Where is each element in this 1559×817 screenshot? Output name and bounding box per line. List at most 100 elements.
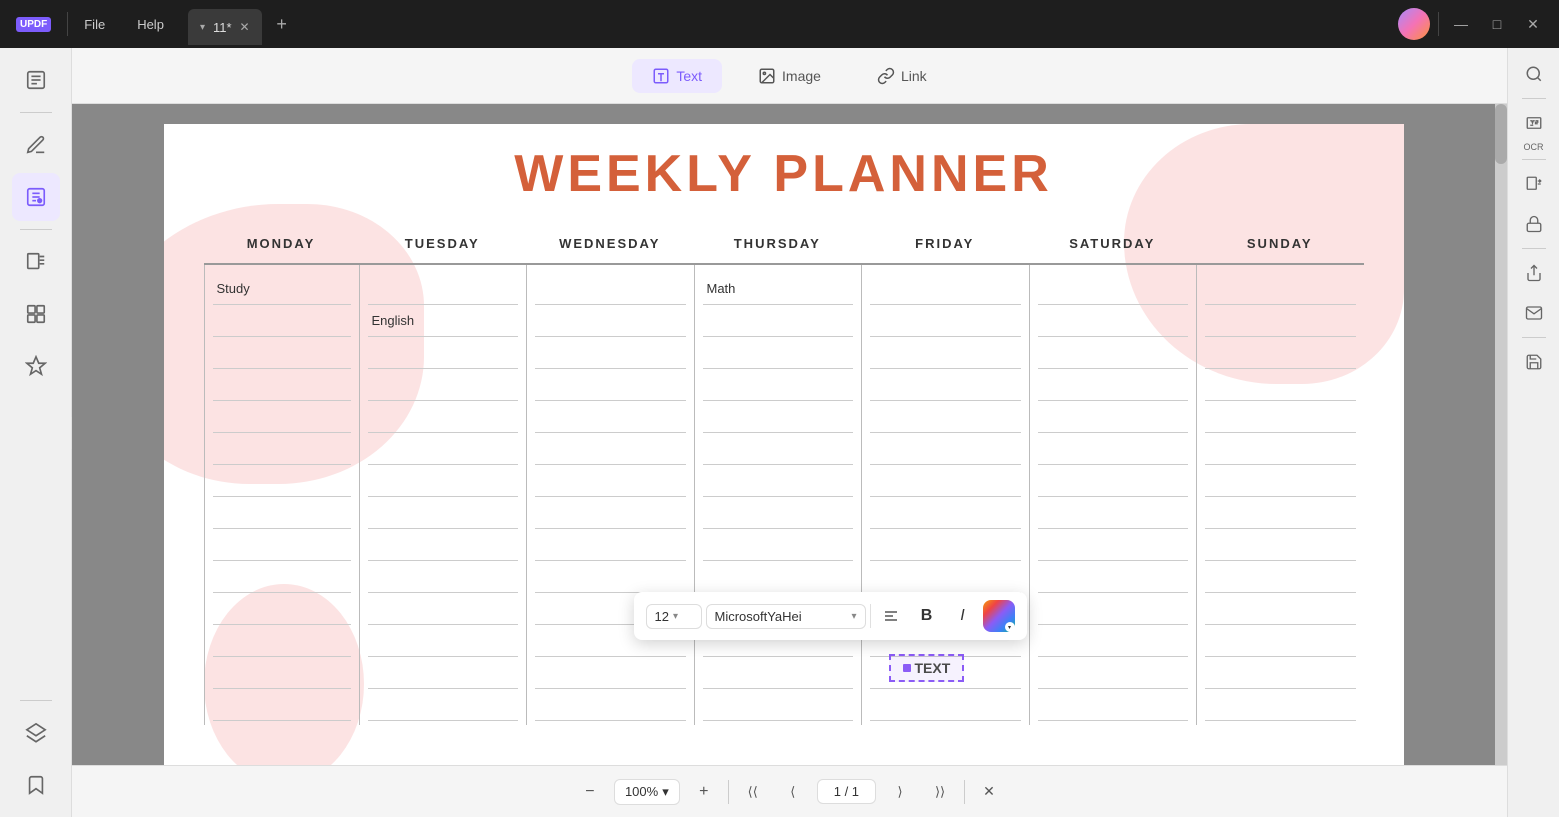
tuesday-line-14 (368, 689, 519, 721)
sat-line-8 (1038, 497, 1189, 529)
thu-line-14 (703, 689, 854, 721)
fri-line-14 (870, 689, 1021, 721)
text-tool-button[interactable]: Text (632, 59, 722, 93)
sat-line-7 (1038, 465, 1189, 497)
text-placeholder-label: TEXT (915, 660, 951, 676)
col-monday: Study (204, 265, 359, 725)
col-wednesday (526, 265, 694, 725)
rp-divider-4 (1522, 337, 1546, 338)
fri-line-2 (870, 305, 1021, 337)
tuesday-line-3 (368, 337, 519, 369)
sidebar-ai-button[interactable] (12, 342, 60, 390)
monday-line-11 (213, 593, 351, 625)
day-header-tuesday: TUESDAY (359, 228, 527, 265)
sidebar-convert-button[interactable] (12, 238, 60, 286)
italic-symbol: I (960, 607, 964, 625)
vertical-scrollbar[interactable] (1495, 104, 1507, 765)
sidebar-layers-button[interactable] (12, 709, 60, 757)
file-menu[interactable]: File (68, 0, 121, 48)
zoom-out-button[interactable]: − (574, 776, 606, 808)
tab-dropdown-icon[interactable]: ▾ (200, 22, 205, 33)
rp-save-button[interactable] (1516, 344, 1552, 380)
sat-line-2 (1038, 305, 1189, 337)
text-color-button[interactable]: ▾ (983, 600, 1015, 632)
rp-ocr-button[interactable] (1516, 105, 1552, 141)
thu-line-7 (703, 465, 854, 497)
tab-11[interactable]: ▾ 11* ✕ (188, 9, 262, 45)
rp-divider-1 (1522, 98, 1546, 99)
thu-line-1: Math (703, 273, 854, 305)
scrollbar-thumb[interactable] (1495, 104, 1507, 164)
fri-line-8 (870, 497, 1021, 529)
rp-search-button[interactable] (1516, 56, 1552, 92)
thu-line-2 (703, 305, 854, 337)
close-button[interactable]: ✕ (1519, 10, 1547, 38)
wed-line-2 (535, 305, 686, 337)
col-saturday (1029, 265, 1197, 725)
sun-line-5 (1205, 401, 1356, 433)
rp-protect-button[interactable] (1516, 206, 1552, 242)
monday-line-12 (213, 625, 351, 657)
monday-line-14 (213, 689, 351, 721)
col-thursday: Math (694, 265, 862, 725)
sun-line-2 (1205, 305, 1356, 337)
thu-line-10 (703, 561, 854, 593)
rp-divider-2 (1522, 159, 1546, 160)
document-scroll[interactable]: WEEKLY PLANNER MONDAY TUESDAY WEDNESDAY … (72, 104, 1495, 765)
sidebar-edit-button[interactable] (12, 173, 60, 221)
last-page-button[interactable]: ⟩⟩ (924, 776, 956, 808)
sidebar-annotate-button[interactable] (12, 121, 60, 169)
fri-line-6 (870, 433, 1021, 465)
thu-line-13 (703, 657, 854, 689)
fri-line-7 (870, 465, 1021, 497)
col-sunday (1196, 265, 1364, 725)
text-input-placeholder[interactable]: TEXT (889, 654, 965, 682)
font-size-value: 12 (655, 609, 669, 624)
rp-sign-button[interactable] (1516, 295, 1552, 331)
day-header-friday: FRIDAY (861, 228, 1029, 265)
sidebar-bookmark-button[interactable] (12, 761, 60, 809)
link-tool-button[interactable]: Link (857, 59, 947, 93)
text-handle (903, 664, 911, 672)
new-tab-button[interactable]: + (268, 10, 296, 38)
rp-divider-3 (1522, 248, 1546, 249)
controls-separator (1438, 12, 1439, 36)
zoom-level-selector[interactable]: 100% ▾ (614, 779, 680, 805)
page-indicator: 1 / 1 (817, 779, 876, 804)
text-bold-button[interactable]: B (911, 600, 943, 632)
monday-line-2 (213, 305, 351, 337)
monday-line-13 (213, 657, 351, 689)
sat-line-1 (1038, 273, 1189, 305)
sidebar-organize-button[interactable] (12, 290, 60, 338)
prev-page-button[interactable]: ⟨ (777, 776, 809, 808)
sun-line-3 (1205, 337, 1356, 369)
text-italic-button[interactable]: I (947, 600, 979, 632)
monday-line-5 (213, 401, 351, 433)
image-tool-button[interactable]: Image (738, 59, 841, 93)
sidebar-bottom (12, 696, 60, 809)
fri-line-5 (870, 401, 1021, 433)
first-page-button[interactable]: ⟨⟨ (737, 776, 769, 808)
maximize-button[interactable]: □ (1483, 10, 1511, 38)
rp-share-button[interactable] (1516, 255, 1552, 291)
help-menu[interactable]: Help (121, 0, 180, 48)
day-header-sunday: SUNDAY (1196, 228, 1364, 265)
font-size-input[interactable]: 12 ▾ (646, 604, 702, 629)
text-align-button[interactable] (875, 600, 907, 632)
minimize-button[interactable]: — (1447, 10, 1475, 38)
font-name-select[interactable]: MicrosoftYaHei ▾ (706, 604, 866, 629)
font-size-arrow[interactable]: ▾ (673, 611, 678, 622)
zoom-in-button[interactable]: + (688, 776, 720, 808)
sat-line-14 (1038, 689, 1189, 721)
tab-close-icon[interactable]: ✕ (240, 20, 250, 34)
font-name-arrow[interactable]: ▾ (851, 611, 856, 622)
rp-convert-button[interactable] (1516, 166, 1552, 202)
close-toolbar-button[interactable]: ✕ (973, 776, 1005, 808)
weekly-grid: MONDAY TUESDAY WEDNESDAY THURSDAY FRIDAY… (204, 228, 1364, 725)
sun-line-12 (1205, 625, 1356, 657)
user-avatar[interactable] (1398, 8, 1430, 40)
content-area: Text Image Link (72, 48, 1507, 817)
color-arrow-icon: ▾ (1005, 622, 1015, 632)
next-page-button[interactable]: ⟩ (884, 776, 916, 808)
sidebar-read-button[interactable] (12, 56, 60, 104)
